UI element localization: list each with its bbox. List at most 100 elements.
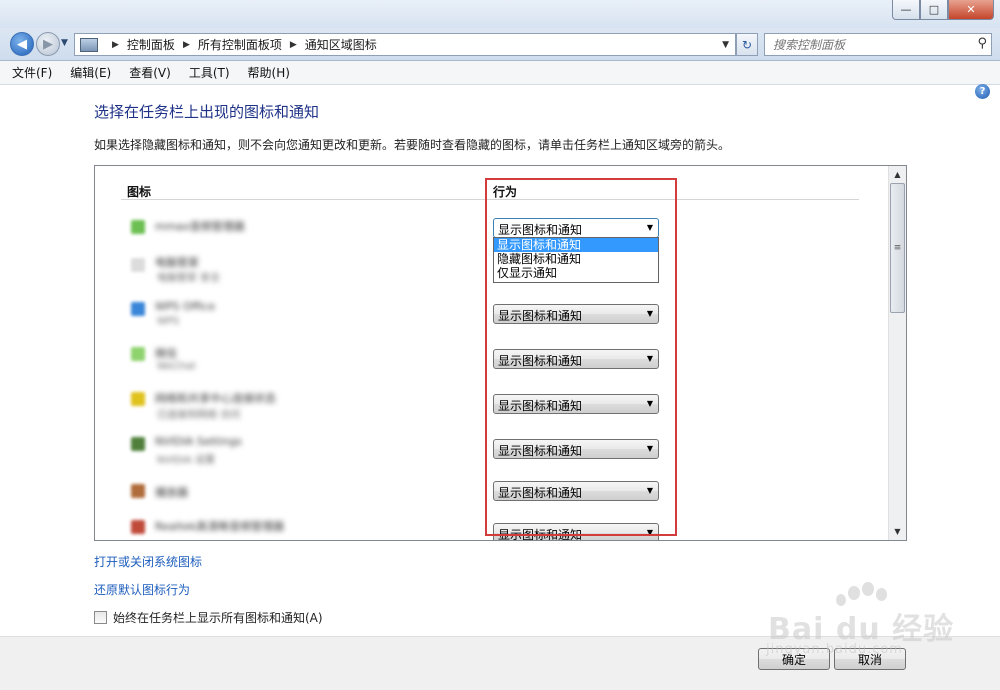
menu-view[interactable]: 查看(V) <box>127 62 173 83</box>
chevron-down-icon: ▼ <box>646 309 653 318</box>
app-icon <box>131 220 145 234</box>
app-name: WPS Office <box>155 300 216 313</box>
forward-arrow-icon[interactable]: ▶ <box>36 32 60 56</box>
behavior-dropdown-value: 显示图标和通知 <box>498 528 583 541</box>
behavior-dropdown-value: 显示图标和通知 <box>498 354 583 368</box>
app-subtitle: WeChat <box>157 361 196 372</box>
app-icon <box>131 347 145 361</box>
minimize-button[interactable]: — <box>892 0 920 20</box>
paw-logo-icon <box>830 578 890 622</box>
checkbox-box[interactable] <box>94 611 107 624</box>
list-item: 微信 WeChat 显示图标和通知 ▼ <box>95 341 855 381</box>
list-item: WPS Office WPS 显示图标和通知 ▼ <box>95 296 855 336</box>
behavior-dropdown[interactable]: 显示图标和通知 ▼ <box>493 394 659 414</box>
list-item: Realtek高清晰音频管理器 显示图标和通知 ▼ <box>95 514 855 541</box>
cancel-button[interactable]: 取消 <box>834 648 906 670</box>
app-icon <box>131 520 145 534</box>
app-icon <box>131 437 145 451</box>
behavior-dropdown[interactable]: 显示图标和通知 ▼ <box>493 349 659 369</box>
list-item: 播放器 显示图标和通知 ▼ <box>95 474 855 514</box>
app-icon <box>131 258 145 272</box>
behavior-options-list: 显示图标和通知 隐藏图标和通知 仅显示通知 <box>493 237 659 283</box>
scroll-down-icon[interactable]: ▼ <box>889 523 906 540</box>
vertical-scrollbar[interactable]: ▲ ≡ ▼ <box>888 166 906 540</box>
breadcrumb-separator-icon: ▶ <box>289 39 297 50</box>
breadcrumb-item-control-panel[interactable]: 控制面板 <box>127 36 175 53</box>
column-header-behavior: 行为 <box>493 185 518 199</box>
help-icon[interactable]: ? <box>975 84 990 99</box>
back-arrow-icon[interactable]: ◀ <box>10 32 34 56</box>
restore-default-behaviors-link[interactable]: 还原默认图标行为 <box>94 581 190 598</box>
scroll-up-icon[interactable]: ▲ <box>889 166 906 183</box>
option-show-icon-and-notifications[interactable]: 显示图标和通知 <box>494 238 658 252</box>
toggle-system-icons-link[interactable]: 打开或关闭系统图标 <box>94 553 202 570</box>
column-header-icon: 图标 <box>127 185 152 199</box>
breadcrumb-item-notification-icons[interactable]: 通知区域图标 <box>305 36 377 53</box>
behavior-dropdown-value: 显示图标和通知 <box>498 223 583 237</box>
app-subtitle: 已连接到网络 访问 <box>157 410 241 421</box>
control-panel-icon <box>80 37 98 52</box>
breadcrumb-item-all-items[interactable]: 所有控制面板项 <box>198 36 282 53</box>
title-bar: — □ ✕ <box>0 0 1000 28</box>
app-name: 微信 <box>155 347 177 360</box>
behavior-dropdown[interactable]: 显示图标和通知 ▼ <box>493 304 659 324</box>
search-input[interactable] <box>771 34 965 55</box>
app-icon <box>131 484 145 498</box>
navigation-bar: ◀ ▶ ▼ ▶ 控制面板 ▶ 所有控制面板项 ▶ 通知区域图标 ▼ ↻ ⚲ <box>0 28 1000 61</box>
refresh-icon[interactable]: ↻ <box>736 33 758 56</box>
breadcrumb-separator-icon: ▶ <box>112 39 119 50</box>
app-name: Realtek高清晰音频管理器 <box>155 520 285 533</box>
chevron-down-icon: ▼ <box>646 486 653 495</box>
behavior-dropdown-value: 显示图标和通知 <box>498 309 583 323</box>
search-icon[interactable]: ⚲ <box>977 36 987 51</box>
app-name: 网络和共享中心连接状态 <box>155 392 276 405</box>
page-description: 如果选择隐藏图标和通知，则不会向您通知更改和更新。若要随时查看隐藏的图标，请单击… <box>94 138 731 152</box>
list-item: NVIDIA Settings NVIDIA 设置 显示图标和通知 ▼ <box>95 431 855 471</box>
menu-edit[interactable]: 编辑(E) <box>68 62 113 83</box>
menu-help[interactable]: 帮助(H) <box>246 62 292 83</box>
app-icon <box>131 302 145 316</box>
app-name: 电脑管家 <box>155 256 199 269</box>
list-item: 网络和共享中心连接状态 已连接到网络 访问 显示图标和通知 ▼ <box>95 386 855 426</box>
app-subtitle: 电脑管家 安全 <box>157 273 221 284</box>
behavior-dropdown[interactable]: 显示图标和通知 ▼ <box>493 218 659 238</box>
breadcrumb: ▶ 控制面板 ▶ 所有控制面板项 ▶ 通知区域图标 <box>104 36 377 53</box>
app-icon <box>131 392 145 406</box>
behavior-dropdown-value: 显示图标和通知 <box>498 444 583 458</box>
page-title: 选择在任务栏上出现的图标和通知 <box>94 103 320 121</box>
window-controls: — □ ✕ <box>892 0 994 20</box>
notification-icons-list: 图标 行为 mmax音频管理器 显示图标和通知 ▼ 电脑管家 电脑管家 安全 W… <box>94 165 907 541</box>
option-only-show-notifications[interactable]: 仅显示通知 <box>494 266 658 280</box>
close-button[interactable]: ✕ <box>948 0 994 20</box>
menu-tools[interactable]: 工具(T) <box>187 62 232 83</box>
maximize-button[interactable]: □ <box>920 0 948 20</box>
chevron-down-icon: ▼ <box>646 399 653 408</box>
checkbox-label: 始终在任务栏上显示所有图标和通知(A) <box>113 611 323 625</box>
behavior-dropdown[interactable]: 显示图标和通知 ▼ <box>493 523 659 541</box>
app-subtitle: WPS <box>157 316 180 327</box>
list-item: mmax音频管理器 显示图标和通知 ▼ <box>95 212 855 252</box>
chevron-down-icon: ▼ <box>646 354 653 363</box>
scroll-thumb[interactable]: ≡ <box>890 183 905 313</box>
behavior-dropdown[interactable]: 显示图标和通知 ▼ <box>493 481 659 501</box>
behavior-dropdown-value: 显示图标和通知 <box>498 399 583 413</box>
ok-button[interactable]: 确定 <box>758 648 830 670</box>
chevron-down-icon: ▼ <box>646 223 653 232</box>
option-hide-icon-and-notifications[interactable]: 隐藏图标和通知 <box>494 252 658 266</box>
search-box: ⚲ <box>764 33 992 56</box>
recent-pages-chevron-icon[interactable]: ▼ <box>61 38 68 48</box>
app-subtitle: NVIDIA 设置 <box>157 455 215 466</box>
address-dropdown-icon[interactable]: ▼ <box>722 40 729 50</box>
menu-bar: 文件(F) 编辑(E) 查看(V) 工具(T) 帮助(H) <box>0 61 1000 85</box>
app-name: 播放器 <box>155 486 188 499</box>
chevron-down-icon: ▼ <box>646 528 653 537</box>
app-name: mmax音频管理器 <box>155 220 245 233</box>
address-bar[interactable]: ▶ 控制面板 ▶ 所有控制面板项 ▶ 通知区域图标 ▼ <box>74 33 736 56</box>
chevron-down-icon: ▼ <box>646 444 653 453</box>
breadcrumb-separator-icon: ▶ <box>182 39 190 50</box>
header-divider <box>121 199 859 200</box>
app-name: NVIDIA Settings <box>155 435 242 448</box>
behavior-dropdown[interactable]: 显示图标和通知 ▼ <box>493 439 659 459</box>
always-show-all-icons-checkbox[interactable]: 始终在任务栏上显示所有图标和通知(A) <box>94 609 323 626</box>
menu-file[interactable]: 文件(F) <box>10 62 54 83</box>
